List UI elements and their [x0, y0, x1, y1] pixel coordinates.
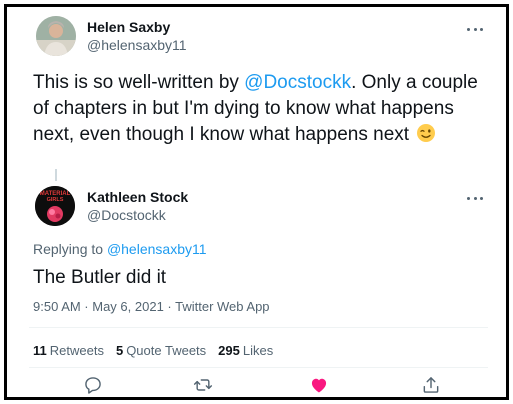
- likes-count: 295: [218, 343, 240, 358]
- tweet-text: The Butler did it: [33, 267, 167, 288]
- heart-icon[interactable]: [309, 375, 329, 395]
- tweet-text: This is so well-written by @Docstockk. O…: [33, 70, 498, 148]
- quote-tweets-count: 5: [115, 343, 124, 358]
- replying-to-handle[interactable]: @helensaxby11: [107, 241, 207, 257]
- author-handle[interactable]: @helensaxby11: [87, 37, 187, 53]
- divider: [29, 327, 488, 328]
- likes-label: Likes: [242, 343, 274, 358]
- replying-to-label: Replying to: [33, 241, 104, 257]
- tweet-thread-frame: Helen Saxby @helensaxby11 This is so wel…: [4, 4, 509, 400]
- parent-tweet[interactable]: Helen Saxby @helensaxby11 This is so wel…: [7, 7, 506, 181]
- likes-stat[interactable]: 295 Likes: [218, 343, 273, 358]
- tweet-timestamp[interactable]: 9:50 AM · May 6, 2021 · Twitter Web App: [33, 299, 270, 314]
- author-name[interactable]: Kathleen Stock: [87, 189, 188, 205]
- tweet-text-before: This is so well-written by: [33, 72, 245, 93]
- action-bar: [7, 375, 506, 397]
- replying-to: Replying to @helensaxby11: [33, 241, 207, 257]
- avatar[interactable]: MATERIAL GIRLS: [35, 186, 75, 226]
- avatar-title-line2: GIRLS: [47, 197, 64, 203]
- author-name[interactable]: Helen Saxby: [87, 19, 170, 35]
- retweet-icon[interactable]: [193, 375, 213, 395]
- share-icon[interactable]: [421, 375, 441, 395]
- retweets-stat[interactable]: 11 Retweets: [33, 343, 104, 358]
- quote-tweets-label: Quote Tweets: [126, 343, 207, 358]
- engagement-stats: 11 Retweets 5 Quote Tweets 295 Likes: [33, 343, 273, 358]
- retweets-count: 11: [33, 343, 47, 358]
- reply-icon[interactable]: [83, 375, 103, 395]
- retweets-label: Retweets: [49, 343, 104, 358]
- quote-tweets-stat[interactable]: 5 Quote Tweets: [116, 343, 206, 358]
- winking-face-icon: [416, 123, 436, 143]
- divider: [29, 367, 488, 368]
- author-handle[interactable]: @Docstockk: [87, 207, 166, 223]
- avatar[interactable]: [36, 16, 76, 56]
- more-options-icon[interactable]: [464, 191, 486, 205]
- main-tweet: MATERIAL GIRLS Kathleen Stock @Docstockk…: [7, 167, 506, 397]
- mention-link[interactable]: @Docstockk: [244, 72, 351, 93]
- more-options-icon[interactable]: [464, 22, 486, 36]
